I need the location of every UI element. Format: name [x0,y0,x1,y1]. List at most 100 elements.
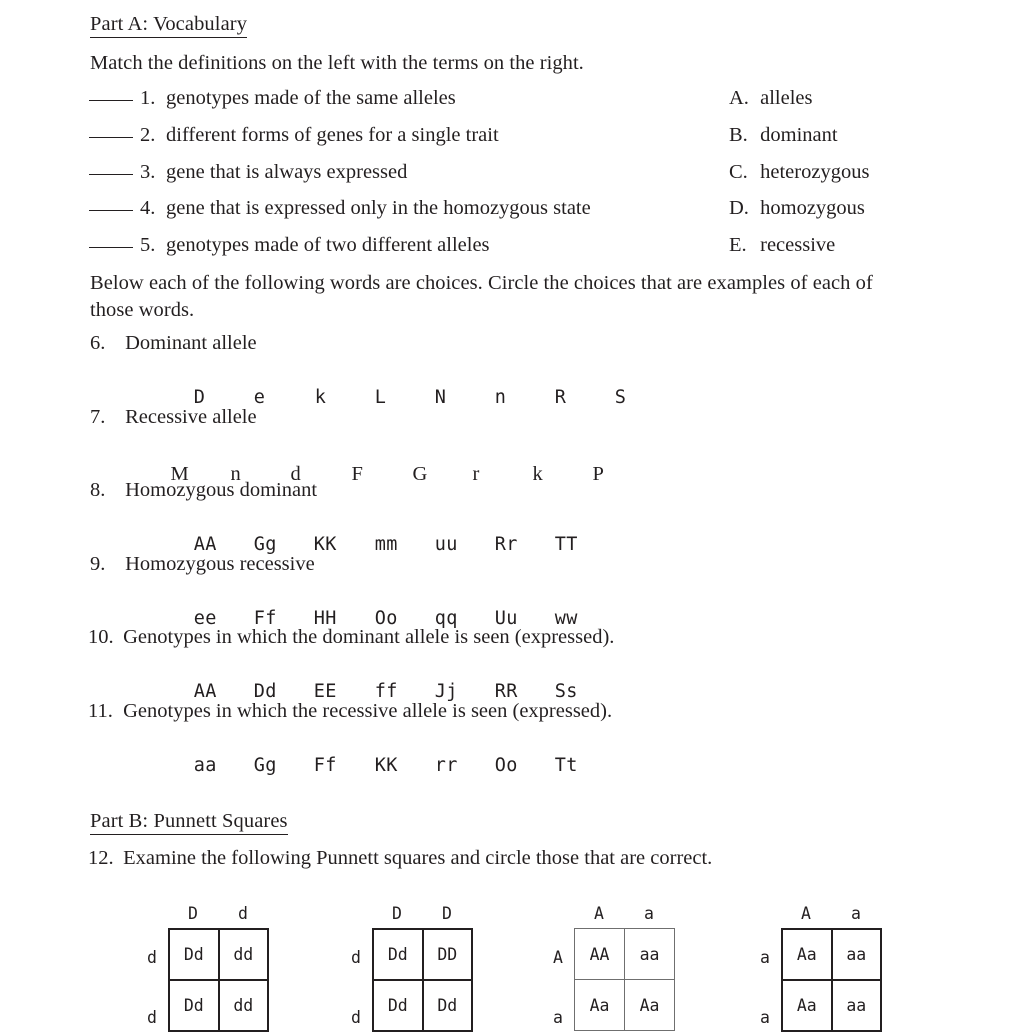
question-number: 9. [90,553,106,575]
choice-option[interactable]: N [435,388,495,408]
punnett-row: Dd dd [170,930,269,981]
answer-blank[interactable] [89,174,133,175]
question-prompt: Homozygous dominant [125,479,318,501]
definition-text: gene that is always expressed [166,161,408,183]
punnett-cell[interactable]: dd [219,930,269,981]
question-7: 7. Recessive allele [90,407,257,428]
question-prompt: Examine the following Punnett squares an… [123,847,713,869]
choices-row-11[interactable]: aa Gg Ff KK rr Oo Tt [148,738,578,794]
choice-option[interactable]: Gg [254,756,314,776]
choice-option[interactable]: KK [375,756,435,776]
definition-number: 2. [140,124,156,146]
term-letter: B. [729,124,748,146]
term-text: alleles [760,87,813,109]
punnett-col-header: d [238,904,248,923]
choice-option[interactable]: Tt [555,756,578,776]
punnett-cell[interactable]: Aa [575,980,625,1031]
choice-option[interactable]: mm [375,535,435,555]
choice-option[interactable]: Ff [314,756,375,776]
question-prompt: Homozygous recessive [125,553,315,575]
choice-option[interactable]: e [254,388,315,408]
term-item-e: E. recessive [729,235,835,256]
term-letter: D. [729,197,749,219]
match-row[interactable]: 5. genotypes made of two different allel… [89,235,490,256]
choice-option[interactable]: D [194,388,254,408]
punnett-row-header: d [351,1008,361,1027]
choice-option[interactable]: L [375,388,435,408]
punnett-row: Aa aa [783,981,882,1032]
part-a-instruction: Match the definitions on the left with t… [90,52,584,74]
choice-option[interactable]: Dd [254,682,314,702]
question-number: 12. [88,847,114,869]
question-6: 6. Dominant allele [90,333,257,354]
match-row[interactable]: 3. gene that is always expressed [89,162,407,183]
choice-option[interactable]: Gg [254,535,314,555]
punnett-cell[interactable]: Aa [625,980,675,1031]
choice-option[interactable]: k [533,463,593,485]
choice-option[interactable]: ff [375,682,435,702]
part-a-heading: Part A: Vocabulary [90,13,248,38]
match-row[interactable]: 1. genotypes made of the same alleles [89,88,456,109]
choice-option[interactable]: rr [435,756,495,776]
choice-option[interactable]: Ss [555,682,578,702]
punnett-row-header: a [553,1008,563,1027]
choice-option[interactable]: G [413,463,473,485]
definition-number: 3. [140,161,156,183]
choice-option[interactable]: TT [555,535,578,555]
punnett-cell[interactable]: aa [832,930,882,981]
punnett-col-header: A [801,904,811,923]
choice-option[interactable]: R [555,388,615,408]
punnett-cell[interactable]: aa [625,929,675,980]
question-8: 8. Homozygous dominant [90,480,317,501]
question-10: 10. Genotypes in which the dominant alle… [88,627,614,648]
choice-option[interactable]: AA [194,682,254,702]
choice-option[interactable]: P [593,463,604,485]
punnett-row: Dd DD [374,930,473,981]
choice-option[interactable]: k [315,388,375,408]
choice-option[interactable]: r [473,463,533,485]
choice-option[interactable]: F [352,463,413,485]
choice-option[interactable]: EE [314,682,375,702]
choice-option[interactable]: Rr [495,535,555,555]
match-row[interactable]: 2. different forms of genes for a single… [89,125,499,146]
punnett-col-header: a [851,904,861,923]
punnett-cell[interactable]: AA [575,929,625,980]
definition-number: 5. [140,234,156,256]
choice-option[interactable]: aa [194,756,254,776]
answer-blank[interactable] [89,210,133,211]
definition-text: gene that is expressed only in the homoz… [166,197,591,219]
choice-option[interactable]: n [495,388,555,408]
match-row[interactable]: 4. gene that is expressed only in the ho… [89,198,591,219]
worksheet-page: Part A: Vocabulary Match the definitions… [0,0,1024,1032]
question-number: 8. [90,479,106,501]
question-12: 12. Examine the following Punnett square… [88,848,712,869]
choice-option[interactable]: RR [495,682,555,702]
punnett-row-header: d [147,1008,157,1027]
question-number: 10. [88,626,114,648]
choice-option[interactable]: S [615,388,626,408]
punnett-col-header: D [188,904,198,923]
punnett-cell[interactable]: Dd [170,930,220,981]
punnett-cell[interactable]: Aa [783,981,833,1032]
answer-blank[interactable] [89,100,133,101]
punnett-row-header: d [351,948,361,967]
choice-option[interactable]: uu [435,535,495,555]
punnett-cell[interactable]: DD [423,930,473,981]
punnett-cell[interactable]: aa [832,981,882,1032]
choice-option[interactable]: Oo [495,756,555,776]
punnett-cell[interactable]: dd [219,981,269,1032]
punnett-row: Dd dd [170,981,269,1032]
choice-option[interactable]: AA [194,535,254,555]
punnett-cell[interactable]: Dd [374,930,424,981]
part-a-heading-text: Part A: Vocabulary [90,13,248,38]
definition-text: genotypes made of two different alleles [166,234,490,256]
answer-blank[interactable] [89,137,133,138]
term-letter: E. [729,234,747,256]
answer-blank[interactable] [89,247,133,248]
punnett-cell[interactable]: Dd [170,981,220,1032]
choice-option[interactable]: KK [314,535,375,555]
choice-option[interactable]: Jj [435,682,495,702]
punnett-cell[interactable]: Aa [783,930,833,981]
punnett-cell[interactable]: Dd [423,981,473,1032]
punnett-cell[interactable]: Dd [374,981,424,1032]
